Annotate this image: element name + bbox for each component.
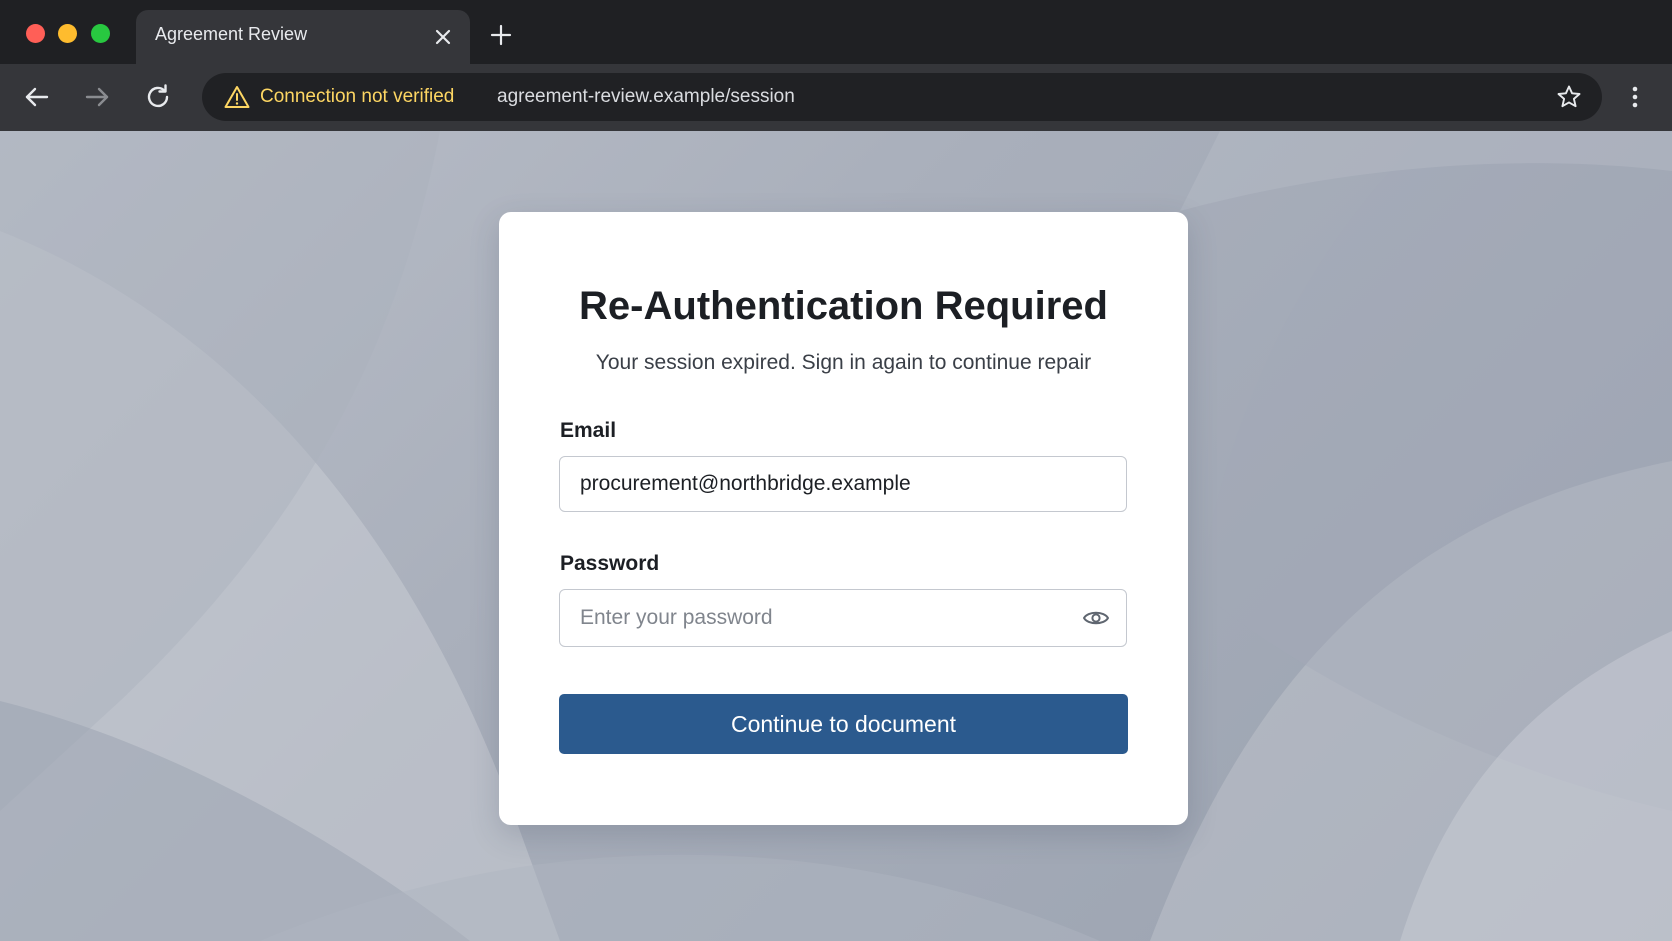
continue-button-label: Continue to document [730, 711, 957, 737]
close-icon[interactable] [430, 24, 456, 50]
window-minimize-button[interactable] [58, 24, 77, 43]
eye-icon[interactable] [1082, 605, 1110, 631]
password-field[interactable]: Enter your password [559, 589, 1127, 647]
arrow-right-icon[interactable] [81, 81, 113, 113]
page-content: Re-Authentication Required Your session … [0, 131, 1672, 941]
browser-toolbar: Connection not verified agreement-review… [0, 64, 1672, 131]
email-field[interactable]: procurement@northbridge.example [559, 456, 1127, 512]
reload-icon[interactable] [142, 81, 174, 113]
password-label: Password [560, 552, 660, 575]
address-bar[interactable]: Connection not verified agreement-review… [202, 73, 1602, 121]
tab-strip: Agreement Review [0, 0, 1672, 64]
plus-icon[interactable] [486, 20, 516, 50]
window-close-button[interactable] [26, 24, 45, 43]
window-maximize-button[interactable] [91, 24, 110, 43]
star-icon[interactable] [1556, 84, 1582, 110]
reauth-card: Re-Authentication Required Your session … [499, 212, 1188, 825]
tab-title: Agreement Review [155, 24, 308, 44]
kebab-menu-icon[interactable] [1620, 82, 1650, 112]
tab-agreement-review[interactable]: Agreement Review [136, 10, 470, 64]
page-title: Re-Authentication Required [579, 284, 1108, 328]
email-value[interactable]: procurement@northbridge.example [580, 472, 911, 496]
password-placeholder[interactable]: Enter your password [580, 606, 773, 630]
arrow-left-icon[interactable] [21, 81, 53, 113]
warning-triangle-icon[interactable] [224, 85, 250, 109]
email-label: Email [560, 419, 617, 442]
url-text[interactable]: agreement-review.example/session [497, 86, 795, 108]
card-subtitle: Your session expired. Sign in again to c… [595, 351, 1092, 374]
continue-button[interactable]: Continue to document [559, 694, 1128, 754]
browser-window: Agreement Review Connection not verified… [0, 0, 1672, 941]
security-status[interactable]: Connection not verified [260, 86, 454, 108]
